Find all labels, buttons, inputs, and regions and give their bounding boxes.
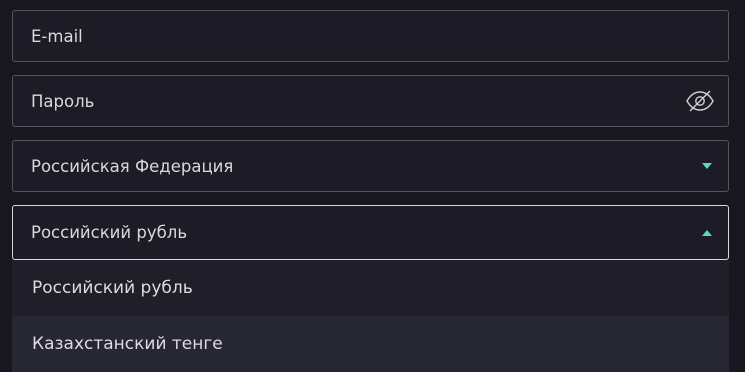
currency-select[interactable]: Российский рубль	[12, 205, 729, 260]
currency-option-kzt[interactable]: Казахстанский тенге	[12, 316, 729, 372]
country-select-value: Российская Федерация	[31, 156, 234, 176]
password-input[interactable]	[31, 91, 685, 111]
country-select[interactable]: Российская Федерация	[12, 140, 729, 192]
currency-dropdown-menu: Российский рубль Казахстанский тенге	[12, 260, 729, 372]
password-field[interactable]	[12, 75, 729, 127]
currency-option-rub[interactable]: Российский рубль	[12, 260, 729, 316]
email-input[interactable]	[31, 26, 714, 46]
eye-off-icon[interactable]	[685, 90, 715, 112]
email-field[interactable]	[12, 10, 729, 62]
page-background-edge	[729, 260, 745, 371]
chevron-down-icon[interactable]	[702, 163, 712, 169]
currency-select-value: Российский рубль	[31, 223, 188, 242]
chevron-up-icon[interactable]	[702, 229, 712, 236]
